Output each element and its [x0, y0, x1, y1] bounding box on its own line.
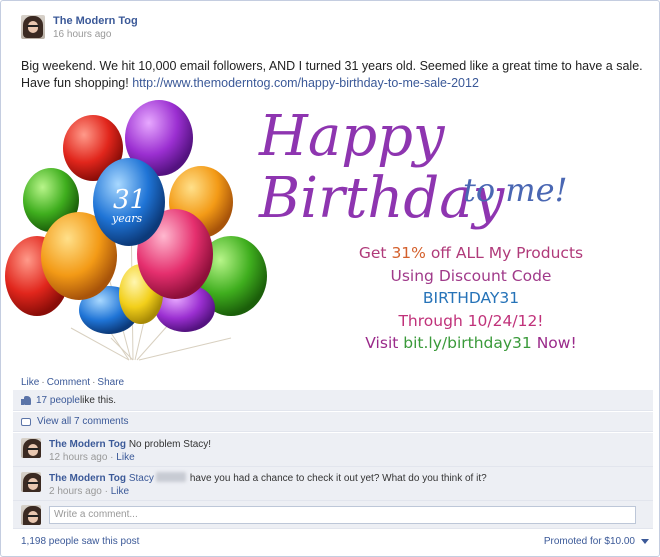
- post-message: Big weekend. We hit 10,000 email followe…: [21, 58, 651, 92]
- promo-short-link: bit.ly/birthday31: [403, 334, 532, 352]
- promo-line-5: Visit bit.ly/birthday31 Now!: [365, 334, 577, 352]
- comment-like-link[interactable]: Like: [111, 486, 129, 497]
- comment-link[interactable]: Comment: [47, 377, 90, 388]
- likes-count-link[interactable]: 17 people: [36, 395, 80, 406]
- comment-time[interactable]: 2 hours ago: [49, 486, 102, 497]
- comment-text: No problem Stacy!: [128, 439, 212, 450]
- likes-row: 17 people like this.: [13, 390, 653, 411]
- view-all-comments-link[interactable]: View all 7 comments: [37, 416, 129, 427]
- comment-item: The Modern Tog No problem Stacy! 12 hour…: [13, 433, 653, 467]
- comment-bubble-icon: [21, 417, 31, 426]
- promo-expiry: Through 10/24/12!: [398, 311, 544, 330]
- promo-line-2: Using Discount Code: [390, 266, 552, 285]
- view-comments-row: View all 7 comments: [13, 412, 653, 432]
- current-user-avatar: [21, 504, 41, 525]
- post-timestamp[interactable]: 16 hours ago: [53, 28, 138, 41]
- commenter-avatar[interactable]: [21, 472, 41, 492]
- comment-mention[interactable]: Stacy: [129, 473, 154, 484]
- share-link[interactable]: Share: [97, 377, 124, 388]
- comment-item: The Modern Tog Stacy have you had a chanc…: [13, 467, 653, 501]
- write-comment-input[interactable]: Write a comment...: [49, 505, 636, 524]
- chevron-down-icon: [641, 539, 649, 544]
- post-container: The Modern Tog 16 hours ago Big weekend.…: [0, 0, 660, 557]
- promo-image[interactable]: 31 years Happy Birthday to me! Get 31% o…: [1, 98, 658, 371]
- post-link[interactable]: http://www.themoderntog.com/happy-birthd…: [132, 76, 479, 90]
- post-actions: Like · Comment · Share: [21, 377, 125, 388]
- balloons-illustration: 31 years: [5, 100, 267, 361]
- post-author[interactable]: The Modern Tog: [53, 15, 138, 28]
- discount-percent: 31%: [391, 244, 426, 262]
- promo-subheadline: to me!: [463, 171, 568, 209]
- comment-text: have you had a chance to check it out ye…: [189, 473, 487, 484]
- commenter-avatar[interactable]: [21, 438, 41, 458]
- write-comment-row: Write a comment...: [13, 501, 653, 529]
- comment-time[interactable]: 12 hours ago: [49, 452, 107, 463]
- post-reach[interactable]: 1,198 people saw this post: [21, 536, 139, 547]
- promo-line-1: Get 31% off ALL My Products: [358, 244, 584, 262]
- redacted-name: [155, 472, 186, 482]
- balloon-years-text: years: [111, 212, 143, 225]
- balloon-age-text: 31: [113, 185, 146, 215]
- promo-headline: Happy Birthday: [259, 104, 505, 231]
- discount-code: BIRTHDAY31: [422, 289, 520, 307]
- like-thumb-icon: [21, 395, 31, 405]
- comment-like-link[interactable]: Like: [116, 452, 134, 463]
- author-avatar[interactable]: [21, 15, 45, 39]
- like-link[interactable]: Like: [21, 377, 39, 388]
- promoted-dropdown[interactable]: Promoted for $10.00: [544, 536, 649, 547]
- promo-details: Get 31% off ALL My Products Using Discou…: [301, 242, 641, 355]
- comment-author[interactable]: The Modern Tog: [49, 473, 126, 484]
- promoted-label: Promoted for $10.00: [543, 536, 635, 547]
- comment-author[interactable]: The Modern Tog: [49, 439, 126, 450]
- post-header: The Modern Tog 16 hours ago: [21, 15, 138, 41]
